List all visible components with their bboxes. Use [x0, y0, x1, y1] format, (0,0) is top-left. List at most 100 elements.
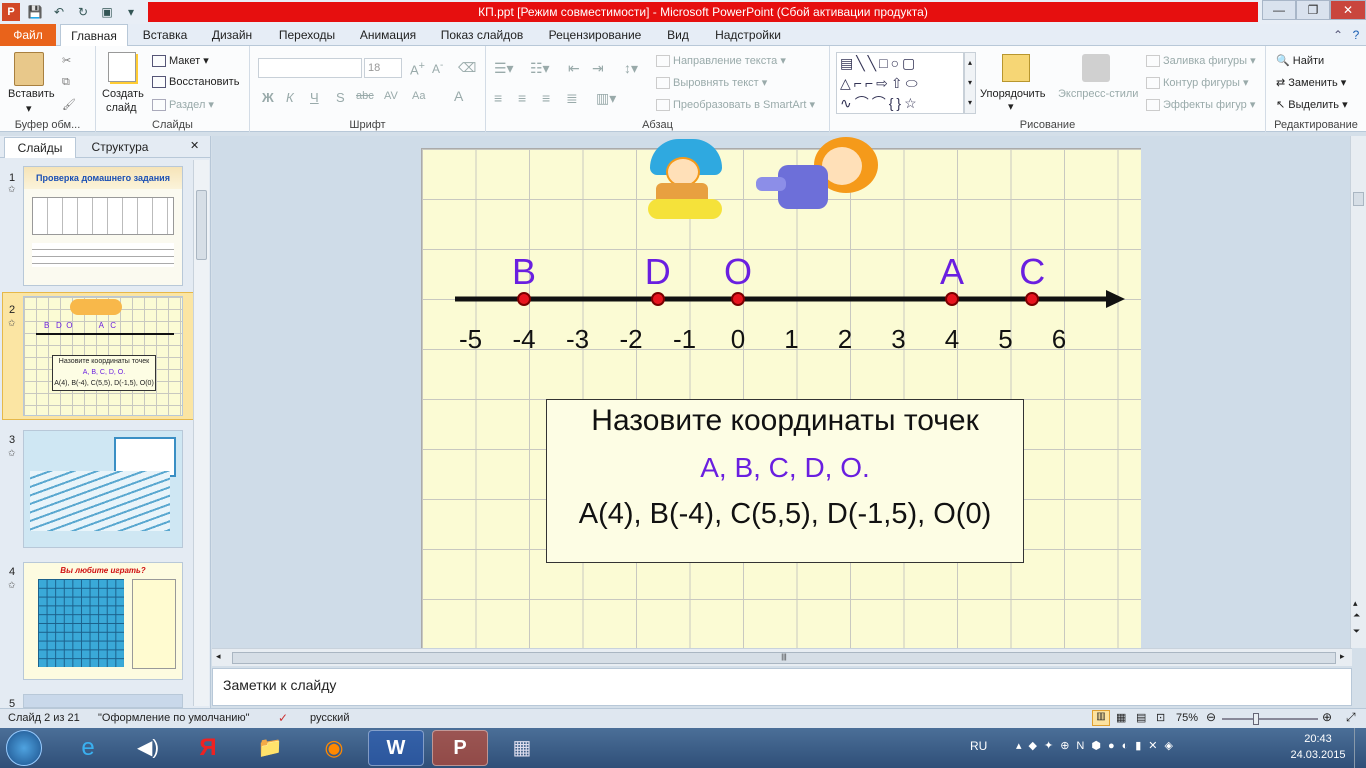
arc2-shape-icon[interactable]: ⌒ [872, 95, 889, 111]
explorer-icon[interactable]: 📁 [242, 730, 298, 766]
bullets-icon[interactable]: ☰▾ [494, 60, 514, 77]
triangle-shape-icon[interactable]: △ [840, 75, 854, 91]
undo-icon[interactable]: ↶ [50, 3, 68, 21]
zoom-out-icon[interactable]: ⊖ [1206, 710, 1216, 724]
calculator-icon[interactable]: ▦ [494, 730, 550, 766]
new-slide-icon[interactable] [108, 52, 136, 82]
quick-styles-icon[interactable] [1082, 54, 1110, 82]
star-shape-icon[interactable]: ☆ [904, 95, 920, 111]
font-color-button[interactable]: A [454, 88, 463, 104]
next-slide-icon[interactable]: ⏷ [1353, 626, 1360, 637]
arrange-dropdown-icon[interactable]: ▾ [1008, 100, 1014, 113]
powerpoint-taskbar-icon[interactable]: P [432, 730, 488, 766]
zoom-slider[interactable] [1222, 718, 1318, 720]
scroll-left-arrow-icon[interactable]: ◂ [216, 651, 221, 662]
firefox-icon[interactable]: ◉ [306, 730, 362, 766]
arrange-icon[interactable] [1002, 54, 1030, 82]
yandex-icon[interactable]: Я [180, 730, 236, 766]
sorter-view-icon[interactable]: ▦ [1116, 711, 1126, 724]
text-direction-button[interactable]: Направление текста ▾ [656, 54, 786, 68]
grow-font-icon[interactable]: A+ [410, 60, 425, 77]
tab-addins[interactable]: Надстройки [706, 24, 790, 46]
clock-date[interactable]: 24.03.2015 [1290, 749, 1346, 761]
align-center-icon[interactable]: ≡ [518, 90, 526, 106]
reading-view-icon[interactable]: ▤ [1136, 711, 1146, 724]
minimize-ribbon-icon[interactable]: ⌃ [1330, 24, 1346, 46]
slide-thumbnail-1[interactable]: Проверка домашнего задания [23, 166, 183, 286]
zoom-level[interactable]: 75% [1176, 712, 1198, 724]
zoom-slider-thumb[interactable] [1253, 713, 1259, 725]
clock-time[interactable]: 20:43 [1296, 733, 1340, 745]
input-language[interactable]: RU [970, 739, 987, 753]
minimize-button[interactable]: — [1262, 0, 1296, 20]
notes-placeholder[interactable]: Заметки к слайду [213, 669, 1351, 701]
tab-file[interactable]: Файл [0, 24, 56, 46]
scroll-up-arrow-icon[interactable]: ▴ [1353, 598, 1358, 609]
align-right-icon[interactable]: ≡ [542, 90, 550, 106]
pane-scrollbar[interactable] [193, 160, 209, 706]
font-name-combo[interactable] [258, 58, 362, 78]
paste-icon[interactable] [14, 52, 44, 86]
notes-pane[interactable]: Заметки к слайду [212, 668, 1352, 706]
help-icon[interactable]: ? [1348, 24, 1364, 46]
horizontal-scrollbar[interactable]: ◂ ||| ▸ [212, 648, 1352, 666]
slide-thumbnail-3[interactable] [23, 430, 183, 548]
media-player-icon[interactable]: ◀) [120, 730, 176, 766]
normal-view-icon[interactable]: ▥ [1092, 710, 1110, 726]
tab-slideshow[interactable]: Показ слайдов [436, 24, 528, 46]
start-button[interactable] [6, 730, 42, 766]
select-button[interactable]: ↖ Выделить ▾ [1276, 98, 1348, 111]
brace-close-icon[interactable]: } [896, 95, 904, 111]
word-icon[interactable]: W [368, 730, 424, 766]
textbox-shape-icon[interactable]: ▤ [840, 55, 856, 71]
elbow2-shape-icon[interactable]: ⌐ [865, 75, 876, 91]
spacing-button[interactable]: AV [384, 90, 398, 102]
rect-shape-icon[interactable]: □ [879, 55, 890, 71]
reset-button[interactable]: Восстановить [152, 76, 239, 89]
shadow-button[interactable]: S [336, 90, 345, 105]
increase-indent-icon[interactable]: ⇥ [592, 60, 604, 77]
fit-slide-icon[interactable]: ⤢ [1346, 710, 1356, 725]
italic-button[interactable]: К [286, 90, 294, 105]
arrange-button[interactable]: Упорядочить [980, 88, 1045, 100]
underline-button[interactable]: Ч [310, 90, 319, 105]
scroll-right-arrow-icon[interactable]: ▸ [1340, 651, 1345, 662]
curve-shape-icon[interactable]: ∿ [840, 95, 855, 111]
tab-slides[interactable]: Слайды [4, 137, 76, 158]
line2-shape-icon[interactable]: ╲ [868, 55, 879, 71]
arrow-shape-icon[interactable]: ⇨ [876, 75, 891, 91]
layout-button[interactable]: Макет ▾ [152, 54, 209, 68]
copy-icon[interactable]: ⧉ [62, 76, 70, 89]
tab-home[interactable]: Главная [60, 24, 128, 47]
save-icon[interactable]: 💾 [26, 3, 44, 21]
slideshow-view-icon[interactable]: ⊡ [1156, 711, 1165, 724]
language-indicator[interactable]: русский [310, 712, 349, 724]
arrow-up-shape-icon[interactable]: ⇧ [891, 75, 906, 91]
theme-name[interactable]: "Оформление по умолчанию" [98, 712, 250, 724]
restore-button[interactable]: ❐ [1296, 0, 1330, 20]
spellcheck-icon[interactable]: ✓ [278, 711, 288, 725]
oval-shape-icon[interactable]: ○ [891, 55, 902, 71]
align-text-button[interactable]: Выровнять текст ▾ [656, 76, 767, 90]
section-button[interactable]: Раздел ▾ [152, 98, 214, 112]
font-size-combo[interactable]: 18 [364, 58, 402, 78]
vertical-scrollbar[interactable]: ▴ ⏶ ⏷ [1350, 136, 1366, 648]
columns-icon[interactable]: ▥▾ [596, 90, 616, 107]
pane-scroll-thumb[interactable] [196, 190, 207, 260]
shrink-font-icon[interactable]: A- [432, 60, 443, 76]
paste-button[interactable]: Вставить [8, 88, 55, 100]
cut-icon[interactable]: ✂ [62, 54, 71, 67]
format-painter-icon[interactable]: 🖌 [62, 98, 76, 111]
slide-thumbnail-5[interactable] [23, 694, 183, 708]
tab-review[interactable]: Рецензирование [540, 24, 650, 46]
flow-shape-icon[interactable]: ⬭ [906, 75, 921, 91]
tray-icons[interactable]: ▴◆✦⊕N⬢●◐▮✕◈ [1016, 739, 1180, 752]
show-desktop-button[interactable] [1354, 728, 1366, 768]
slide-thumbnail-2[interactable]: B D O A C Назовите координаты точек A, B… [23, 296, 183, 416]
slide-thumbnail-4[interactable]: Вы любите играть? [23, 562, 183, 680]
change-case-button[interactable]: Aa [412, 90, 425, 102]
prev-slide-icon[interactable]: ⏶ [1353, 610, 1360, 621]
new-slide-button[interactable]: Создать [102, 88, 144, 100]
close-button[interactable]: ✕ [1330, 0, 1366, 20]
tab-outline[interactable]: Структура [80, 137, 160, 158]
